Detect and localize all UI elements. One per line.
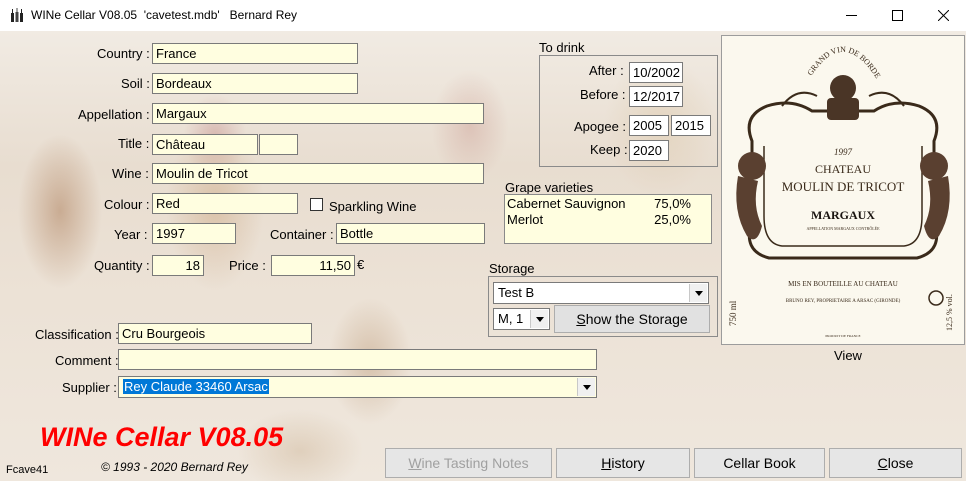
cellar-book-label: Cellar Book xyxy=(723,455,796,471)
label-origin: PRODUIT DE FRANCE xyxy=(825,334,860,338)
chevron-down-icon[interactable] xyxy=(530,310,548,328)
maximize-button[interactable] xyxy=(874,0,920,31)
apogee-label: Apogee : xyxy=(574,119,627,134)
chevron-down-icon[interactable] xyxy=(689,284,707,302)
comment-label: Comment : xyxy=(55,353,119,368)
keep-label: Keep : xyxy=(590,142,628,157)
label-volume: 750 ml xyxy=(728,300,738,326)
grape-name: Merlot xyxy=(507,212,544,227)
maximize-icon xyxy=(891,10,903,21)
window-title: WINe Cellar V08.05 'cavetest.mdb' Bernar… xyxy=(31,8,298,22)
before-field[interactable]: 12/2017 xyxy=(629,86,683,107)
sparkling-label[interactable]: Sparkling Wine xyxy=(329,199,416,214)
year-field[interactable]: 1997 xyxy=(152,223,236,244)
minimize-button[interactable] xyxy=(828,0,874,31)
wine-label: Wine : xyxy=(112,166,149,181)
supplier-dropdown[interactable]: Rey Claude 33460 Arsac xyxy=(118,376,597,398)
close-window-button[interactable] xyxy=(920,0,966,31)
label-wine-name: MOULIN DE TRICOT xyxy=(782,179,905,194)
classification-field[interactable]: Cru Bourgeois xyxy=(118,323,312,344)
close-icon xyxy=(937,10,949,21)
to-drink-title: To drink xyxy=(539,40,585,55)
brand-title: WINe Cellar V08.05 xyxy=(40,422,284,452)
comment-field[interactable] xyxy=(118,349,597,370)
currency-symbol: € xyxy=(357,257,365,272)
price-label: Price : xyxy=(229,258,266,273)
title-extra-field[interactable] xyxy=(259,134,298,155)
supplier-label: Supplier : xyxy=(62,380,117,395)
show-storage-label: Show the Storage xyxy=(576,311,688,327)
label-bottled: MIS EN BOUTEILLE AU CHATEAU xyxy=(788,280,898,288)
history-button[interactable]: History xyxy=(556,448,690,478)
form-id: Fcave41 xyxy=(6,464,49,476)
grape-item[interactable]: Merlot 25,0% xyxy=(507,212,703,228)
sparkling-checkbox[interactable] xyxy=(310,198,323,211)
grape-percent: 75,0% xyxy=(654,196,691,211)
grape-percent: 25,0% xyxy=(654,212,691,227)
country-label: Country : xyxy=(97,46,150,61)
label-appellation-note: APPELLATION MARGAUX CONTRÔLÉE xyxy=(806,226,880,231)
label-appellation: MARGAUX xyxy=(811,208,875,222)
before-label: Before : xyxy=(580,87,626,102)
grape-item[interactable]: Cabernet Sauvignon 75,0% xyxy=(507,196,703,212)
year-label: Year : xyxy=(114,227,148,242)
keep-field[interactable]: 2020 xyxy=(629,140,669,161)
container-label: Container : xyxy=(270,227,334,242)
close-label: Close xyxy=(877,455,914,471)
show-storage-button[interactable]: Show the Storage xyxy=(554,305,710,333)
label-vintage: 1997 xyxy=(834,147,853,157)
title-label: Title : xyxy=(118,136,150,151)
soil-label: Soil : xyxy=(121,76,150,91)
title-bar: WINe Cellar V08.05 'cavetest.mdb' Bernar… xyxy=(0,0,966,31)
storage-title: Storage xyxy=(489,261,535,276)
wine-field[interactable]: Moulin de Tricot xyxy=(152,163,484,184)
after-label: After : xyxy=(589,63,624,78)
main-window: WINe Cellar V08.05 'cavetest.mdb' Bernar… xyxy=(0,0,966,481)
storage-location-dropdown[interactable]: Test B xyxy=(493,282,709,304)
quantity-label: Quantity : xyxy=(94,258,150,273)
label-owner: BRUNO REY, PROPRIETAIRE A ARSAC (GIRONDE… xyxy=(786,299,901,304)
country-field[interactable]: France xyxy=(152,43,358,64)
soil-field[interactable]: Bordeaux xyxy=(152,73,358,94)
history-label: History xyxy=(601,455,645,471)
container-field[interactable]: Bottle xyxy=(336,223,485,244)
title-field[interactable]: Château xyxy=(152,134,258,155)
label-alcohol: 12,5 % vol. xyxy=(945,294,954,331)
label-chateau: CHATEAU xyxy=(815,162,871,176)
wine-label-picture: GRAND VIN DE BORDEAUX 1997 CHATEAU MOULI… xyxy=(722,36,964,344)
price-field[interactable]: 11,50 xyxy=(271,255,355,276)
close-button[interactable]: Close xyxy=(829,448,962,478)
chevron-down-icon[interactable] xyxy=(577,378,595,396)
classification-label: Classification : xyxy=(35,327,119,342)
supplier-selected-value: Rey Claude 33460 Arsac xyxy=(123,379,269,394)
minimize-icon xyxy=(845,15,857,16)
wine-tasting-notes-label: Wine Tasting Notes xyxy=(408,455,529,471)
copyright: © 1993 - 2020 Bernard Rey xyxy=(101,460,248,474)
grapes-title: Grape varieties xyxy=(505,180,594,195)
wine-bottles-icon[interactable] xyxy=(9,7,25,23)
colour-field[interactable]: Red xyxy=(152,193,298,214)
apogee-from-field[interactable]: 2005 xyxy=(629,115,669,136)
apogee-to-field[interactable]: 2015 xyxy=(671,115,711,136)
appellation-label: Appellation : xyxy=(78,107,150,122)
storage-position-dropdown[interactable]: M, 1 xyxy=(493,308,550,330)
appellation-field[interactable]: Margaux xyxy=(152,103,484,124)
after-field[interactable]: 10/2002 xyxy=(629,62,683,83)
colour-label: Colour : xyxy=(104,197,150,212)
storage-position-value: M, 1 xyxy=(498,311,524,326)
wine-label-image[interactable]: GRAND VIN DE BORDEAUX 1997 CHATEAU MOULI… xyxy=(721,35,965,345)
cellar-book-button[interactable]: Cellar Book xyxy=(694,448,825,478)
grape-name: Cabernet Sauvignon xyxy=(507,196,626,211)
storage-location-value: Test B xyxy=(498,285,535,300)
wine-tasting-notes-button[interactable]: Wine Tasting Notes xyxy=(385,448,552,478)
quantity-field[interactable]: 18 xyxy=(152,255,204,276)
view-caption[interactable]: View xyxy=(834,348,862,363)
